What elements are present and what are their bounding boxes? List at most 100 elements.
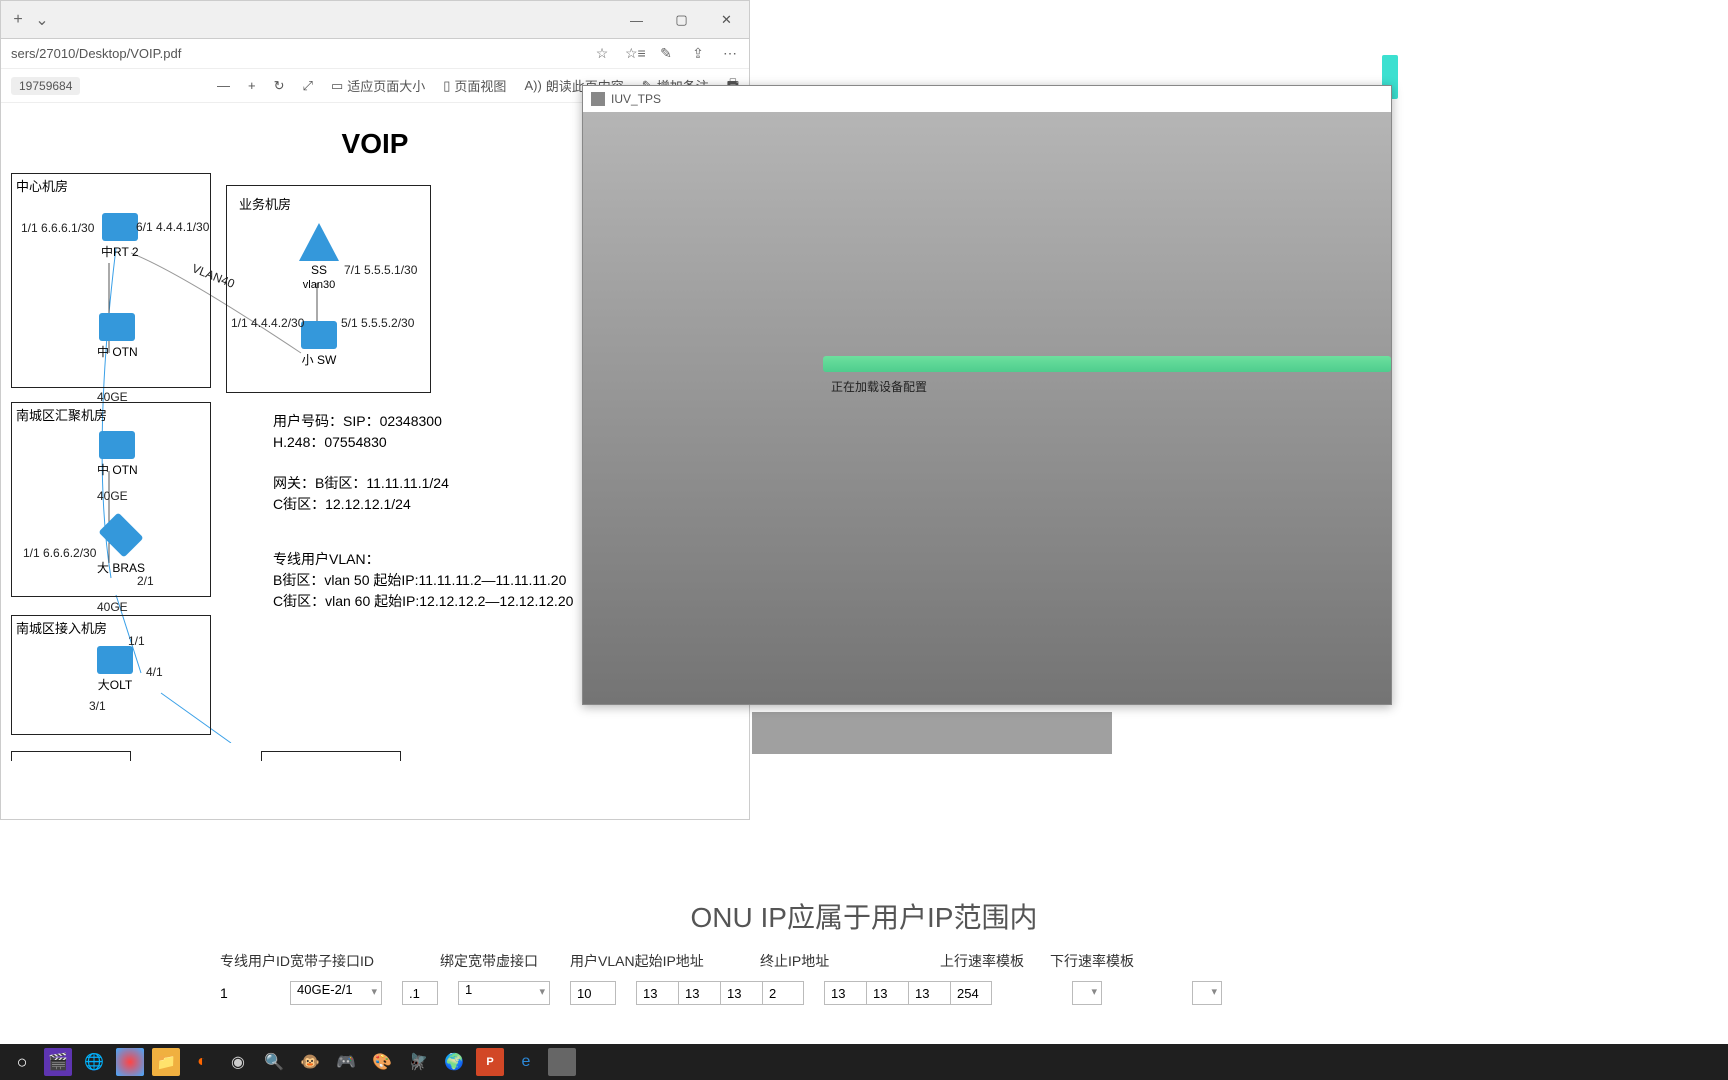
uprate-select[interactable]	[1072, 981, 1102, 1005]
40ge-label-3: 40GE	[97, 600, 128, 614]
end-ip-o1[interactable]	[824, 981, 866, 1005]
device-rt2: 中RT 2	[101, 213, 139, 260]
minimize-button[interactable]: —	[614, 1, 659, 39]
taskbar-globe-icon[interactable]: 🌍	[440, 1048, 468, 1076]
zoom-out-button[interactable]: —	[217, 78, 230, 93]
taskbar-chrome-icon[interactable]: 🌐	[80, 1048, 108, 1076]
favorites-icon[interactable]: ☆≡	[625, 45, 643, 62]
share-icon[interactable]: ⇪	[689, 45, 707, 62]
subif-dot-input[interactable]	[402, 981, 438, 1005]
page-indicator[interactable]: 19759684	[11, 77, 80, 95]
taskbar-fly-icon[interactable]: 🪰	[404, 1048, 432, 1076]
room-frag1	[11, 751, 131, 761]
taskbar-edge-icon[interactable]: e	[512, 1048, 540, 1076]
ip-olt-3: 3/1	[89, 699, 106, 713]
hdr-end-ip: 终止IP地址	[760, 951, 920, 971]
config-note: ONU IP应属于用户IP范围内	[20, 896, 1708, 936]
config-header-row: 专线用户ID宽带子接口ID 绑定宽带虚接口 用户VLAN起始IP地址 终止IP地…	[20, 946, 1708, 976]
app-icon	[591, 92, 605, 106]
taskbar-gamepad-icon[interactable]: 🎮	[332, 1048, 360, 1076]
page-view-button[interactable]: ▯ 页面视图	[443, 76, 506, 95]
zoom-in-button[interactable]: +	[248, 78, 256, 93]
hdr-bind: 绑定宽带虚接口	[440, 951, 550, 971]
ip-bras-right: 2/1	[137, 574, 154, 588]
olt-icon	[97, 646, 133, 674]
dialog-title: IUV_TPS	[611, 92, 661, 106]
expand-button[interactable]: ⤢	[303, 78, 313, 94]
dialog-titlebar[interactable]: IUV_TPS	[583, 86, 1391, 112]
subif-select[interactable]: 40GE-2/1	[290, 981, 382, 1005]
end-ip-input	[824, 981, 992, 1005]
room-center-title: 中心机房	[16, 176, 68, 195]
taskbar-ppt-icon[interactable]: P	[476, 1048, 504, 1076]
ip-olt-1: 1/1	[128, 634, 145, 648]
end-ip-o4[interactable]	[950, 981, 992, 1005]
more-icon[interactable]: ⋯	[721, 45, 739, 62]
start-button[interactable]: ○	[8, 1048, 36, 1076]
maximize-button[interactable]: ▢	[659, 1, 704, 39]
hdr-up: 上行速率模板	[940, 951, 1030, 971]
start-ip-o1[interactable]	[636, 981, 678, 1005]
otn-icon	[99, 431, 135, 459]
hdr-vlan-start: 用户VLAN起始IP地址	[570, 951, 740, 971]
room-frag2	[261, 751, 401, 761]
device-otn2: 中 OTN	[97, 431, 138, 478]
taskbar-steam-icon[interactable]: ◉	[224, 1048, 252, 1076]
taskbar-monkey-icon[interactable]: 🐵	[296, 1048, 324, 1076]
taskbar-app-icon[interactable]	[548, 1048, 576, 1076]
ip-sw-right: 5/1 5.5.5.2/30	[341, 316, 414, 330]
ip-olt-4: 4/1	[146, 665, 163, 679]
taskbar: ○ 🎬 🌐 📁 ◐ ◉ 🔍 🐵 🎮 🎨 🪰 🌍 P e	[0, 1044, 1728, 1080]
room-biz-title: 业务机房	[239, 194, 291, 213]
tab-chevron-icon[interactable]: ⌄	[30, 8, 54, 32]
rotate-button[interactable]: ↻	[274, 78, 285, 94]
vlan-info-block: 专线用户VLAN： B街区：vlan 50 起始IP:11.11.11.2—11…	[273, 549, 573, 612]
taskbar-files-icon[interactable]: 📁	[152, 1048, 180, 1076]
address-bar: sers/27010/Desktop/VOIP.pdf ☆ ☆≡ ✎ ⇪ ⋯	[1, 39, 749, 69]
pen-icon[interactable]: ✎	[657, 45, 675, 62]
switch-icon	[301, 321, 337, 349]
loading-dialog: IUV_TPS 正在加载设备配置	[582, 85, 1392, 705]
device-ss: SS vlan30	[299, 223, 339, 291]
close-button[interactable]: ✕	[704, 1, 749, 39]
vlan-input[interactable]	[570, 981, 616, 1005]
hdr-userid: 专线用户ID宽带子接口ID	[220, 951, 420, 971]
start-ip-input	[636, 981, 804, 1005]
end-ip-o2[interactable]	[866, 981, 908, 1005]
config-data-row: 1 40GE-2/1 1	[20, 976, 1708, 1010]
start-ip-o4[interactable]	[762, 981, 804, 1005]
bind-select[interactable]: 1	[458, 981, 550, 1005]
end-ip-o3[interactable]	[908, 981, 950, 1005]
taskbar-clap-icon[interactable]: 🎬	[44, 1048, 72, 1076]
gateway-info-block: 网关：B街区：11.11.11.1/24 C街区：12.12.12.1/24	[273, 473, 449, 515]
ip-sw-left: 1/1 4.4.4.2/30	[231, 316, 304, 330]
device-bras: 大 BRAS	[97, 521, 145, 576]
config-panel: ONU IP应属于用户IP范围内 专线用户ID宽带子接口ID 绑定宽带虚接口 用…	[0, 896, 1728, 1010]
taskbar-paint-icon[interactable]	[116, 1048, 144, 1076]
ip-bras-left: 1/1 6.6.6.2/30	[23, 546, 96, 560]
40ge-label-2: 40GE	[97, 489, 128, 503]
start-ip-o2[interactable]	[678, 981, 720, 1005]
progress-bar	[823, 356, 1391, 372]
downrate-select[interactable]	[1192, 981, 1222, 1005]
otn-icon	[99, 313, 135, 341]
new-tab-button[interactable]: +	[6, 8, 30, 32]
fit-page-button[interactable]: ▭ 适应页面大小	[331, 76, 425, 95]
hdr-down: 下行速率模板	[1050, 951, 1140, 971]
room-agg-title: 南城区汇聚机房	[16, 405, 107, 424]
url-text[interactable]: sers/27010/Desktop/VOIP.pdf	[11, 46, 593, 61]
star-icon[interactable]: ☆	[593, 45, 611, 62]
pyramid-icon	[299, 223, 339, 261]
ip-ss-right: 7/1 5.5.5.1/30	[344, 263, 417, 277]
taskbar-search-icon[interactable]: 🔍	[260, 1048, 288, 1076]
browser-tabbar: + ⌄ — ▢ ✕	[1, 1, 749, 39]
ip-rt-left: 1/1 6.6.6.1/30	[21, 221, 94, 235]
start-ip-o3[interactable]	[720, 981, 762, 1005]
device-otn1: 中 OTN	[97, 313, 138, 360]
progress-status: 正在加载设备配置	[831, 378, 927, 395]
row-id: 1	[220, 985, 270, 1001]
ip-rt-right: 6/1 4.4.4.1/30	[136, 220, 209, 234]
address-icons: ☆ ☆≡ ✎ ⇪ ⋯	[593, 45, 739, 62]
taskbar-blender-icon[interactable]: ◐	[188, 1048, 216, 1076]
taskbar-brush-icon[interactable]: 🎨	[368, 1048, 396, 1076]
